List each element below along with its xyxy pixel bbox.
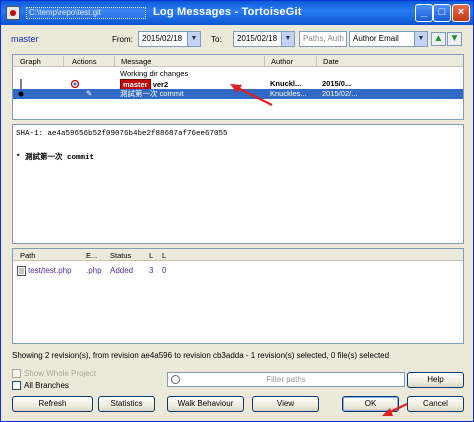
repo-path: C:\temp\repo\test.git — [26, 7, 146, 19]
chevron-down-icon[interactable]: ▼ — [414, 32, 427, 46]
maximize-button[interactable]: □ — [433, 4, 451, 22]
file-lines-added: 3 — [149, 266, 154, 275]
status-text: Showing 2 revision(s), from revision ae4… — [12, 351, 390, 360]
row-message: 測試第一次 commit — [120, 89, 184, 98]
row-author: Knuckles... — [270, 89, 307, 98]
from-label: From: — [112, 35, 133, 44]
row-message: Working dir changes — [120, 69, 189, 78]
cancel-button[interactable]: Cancel — [407, 396, 464, 412]
chevron-down-icon[interactable]: ▼ — [281, 32, 294, 46]
file-path: test/test.php — [28, 266, 72, 275]
file-lines-removed: 0 — [162, 266, 167, 275]
to-label: To: — [211, 35, 222, 44]
chevron-down-icon[interactable]: ▼ — [187, 32, 200, 46]
row-message: ver2 — [152, 80, 169, 89]
col-lines-added[interactable]: L — [149, 251, 153, 260]
file-status: Added — [110, 266, 134, 275]
row-date: 2015/0... — [322, 79, 352, 88]
all-branches-label: All Branches — [24, 381, 69, 390]
statistics-button[interactable]: Statistics — [98, 396, 155, 412]
walk-behaviour-button[interactable]: Walk Behaviour — [167, 396, 244, 412]
col-author[interactable]: Author — [271, 57, 293, 66]
row-date: 2015/02/... — [322, 89, 358, 98]
branch-link[interactable]: master — [11, 34, 39, 44]
annotation-arrow — [230, 84, 273, 106]
close-button[interactable]: × — [452, 4, 470, 22]
minimize-button[interactable]: _ — [415, 4, 433, 22]
show-whole-project-label: Show Whole Project — [24, 369, 97, 378]
col-message[interactable]: Message — [121, 57, 151, 66]
col-path[interactable]: Path — [20, 251, 35, 260]
view-button[interactable]: View — [252, 396, 319, 412]
refresh-button[interactable]: Refresh — [12, 396, 93, 412]
col-lines-removed[interactable]: L — [162, 251, 166, 260]
col-date[interactable]: Date — [323, 57, 339, 66]
col-actions[interactable]: Actions — [72, 57, 97, 66]
previous-arrow-icon[interactable]: ▲ — [431, 32, 446, 46]
log-list-header: Graph Actions Message Author Date — [13, 55, 463, 67]
log-list[interactable]: Graph Actions Message Author Date Workin… — [12, 54, 464, 120]
log-dialog: C:\temp\repo\test.git Log Messages - Tor… — [0, 0, 474, 422]
commit-message: * 測試第一次 commit — [16, 154, 95, 162]
commit-detail-pane[interactable]: SHA-1: ae4a59656b52f09076b4be2f88687af76… — [12, 124, 464, 244]
commit-sha: SHA-1: ae4a59656b52f09076b4be2f88687af76… — [16, 130, 228, 138]
graph-dot — [15, 90, 25, 101]
col-extension[interactable]: E... — [86, 251, 97, 260]
filter-toolbar: master From: 2015/02/18 ▼ To: 2015/02/18 ▼… — [1, 27, 473, 51]
search-input[interactable]: Paths, Auth — [299, 31, 347, 47]
window-title: Log Messages - TortoiseGit — [153, 6, 302, 18]
next-arrow-icon[interactable]: ▼ — [447, 32, 462, 46]
pencil-icon: ✎ — [86, 89, 93, 98]
filter-paths-input[interactable]: Filter paths — [167, 372, 405, 387]
file-icon — [17, 266, 26, 278]
title-bar: C:\temp\repo\test.git Log Messages - Tor… — [1, 1, 473, 25]
log-row[interactable]: Working dir changes — [13, 69, 463, 79]
changed-files-list[interactable]: Path E... Status L L test/test.php .php … — [12, 248, 464, 344]
search-icon — [171, 375, 180, 384]
from-date-picker[interactable]: 2015/02/18 ▼ — [138, 31, 201, 47]
annotation-arrow — [382, 403, 408, 416]
row-author: Knuckl... — [270, 79, 302, 88]
help-button[interactable]: Help — [407, 372, 464, 388]
to-date-picker[interactable]: 2015/02/18 ▼ — [233, 31, 295, 47]
files-header: Path E... Status L L — [13, 249, 463, 261]
search-by-select[interactable]: Author Email ▼ — [349, 31, 428, 47]
col-graph[interactable]: Graph — [20, 57, 41, 66]
tortoisegit-icon — [6, 6, 20, 20]
show-whole-project-checkbox[interactable] — [12, 369, 21, 378]
col-status[interactable]: Status — [110, 251, 131, 260]
all-branches-checkbox[interactable] — [12, 381, 21, 390]
file-ext: .php — [86, 266, 102, 275]
